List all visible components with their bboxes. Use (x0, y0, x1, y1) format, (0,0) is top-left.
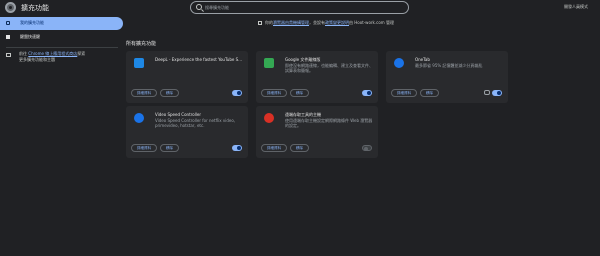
managed-browser-notice: 你的瀏覽器由貴機構管理，並設有政策變更說明由 Hoot-work.com 管理 (258, 20, 394, 26)
managed-browser-link[interactable]: 瀏覽器由貴機構管理 (273, 20, 309, 25)
keyboard-icon (6, 35, 10, 39)
details-button[interactable]: 詳細資料 (391, 89, 417, 97)
google-docs-icon (264, 58, 274, 68)
remove-button[interactable]: 移除 (420, 89, 439, 97)
puzzle-icon (6, 21, 10, 25)
notice-middle: ，並設有 (309, 20, 325, 25)
enable-toggle[interactable] (232, 145, 242, 151)
remote-access-icon (264, 113, 274, 123)
extension-name: DeepL - Experience the fastest YouTube S… (155, 57, 243, 62)
building-icon (258, 21, 262, 25)
developer-mode: 開發人員模式 (564, 4, 588, 10)
extension-card: 遠端存取工具的主機 使用遠端存取主機設定網際網路條件 Web 瀏覽器的設定。 詳… (256, 106, 378, 158)
search-box[interactable] (190, 1, 409, 14)
section-title: 所有擴充功能 (126, 41, 157, 47)
sidebar-item-keyboard-shortcuts[interactable]: 鍵盤快速鍵 (0, 31, 123, 43)
errors-icon[interactable] (484, 90, 490, 95)
store-prefix: 前往 (19, 51, 29, 56)
policy-link[interactable]: 政策變更說明 (325, 20, 349, 25)
remove-button[interactable]: 移除 (160, 89, 179, 97)
developer-mode-label: 開發人員模式 (564, 4, 588, 9)
extension-name: Video Speed Controller (155, 112, 201, 117)
onetab-icon (394, 58, 404, 68)
enable-toggle[interactable] (362, 90, 372, 96)
search-icon (196, 4, 202, 10)
extension-card: OneTab 最多節省 95% 記憶體並減少分頁雜亂 詳細資料 移除 (386, 51, 508, 103)
deepl-icon (134, 58, 144, 68)
extension-card: DeepL - Experience the fastest YouTube S… (126, 51, 248, 103)
extension-description: 最多節省 95% 記憶體並減少分頁雜亂 (415, 63, 483, 68)
top-bar: 擴充功能 開發人員模式 (0, 0, 600, 16)
details-button[interactable]: 詳細資料 (131, 89, 157, 97)
sidebar-item-label: 鍵盤快速鍵 (20, 34, 40, 39)
extension-description: 即使沒有網路連線，也能編輯、建立及查看文件、試算表和簡報。 (285, 63, 373, 73)
remove-button[interactable]: 移除 (290, 89, 309, 97)
web-store-link[interactable]: Chrome 線上應用程式商店 (28, 51, 77, 56)
extension-description: Video Speed Controller for netflix video… (155, 118, 236, 128)
enable-toggle[interactable] (492, 90, 502, 96)
extension-description: 使用遠端存取主機設定網際網路條件 Web 瀏覽器的設定。 (285, 118, 373, 128)
sidebar-item-label: 我的擴充功能 (20, 20, 44, 25)
details-button[interactable]: 詳細資料 (261, 144, 287, 152)
enable-toggle[interactable] (232, 90, 242, 96)
extension-card: Video Speed Controller Video Speed Contr… (126, 106, 248, 158)
store-icon (6, 53, 11, 57)
extension-card: Google 文件離線版 即使沒有網路連線，也能編輯、建立及查看文件、試算表和簡… (256, 51, 378, 103)
extension-name: OneTab (415, 57, 430, 62)
enable-toggle[interactable] (362, 145, 372, 151)
details-button[interactable]: 詳細資料 (261, 89, 287, 97)
details-button[interactable]: 詳細資料 (131, 144, 157, 152)
chrome-logo-icon (5, 2, 16, 13)
search-input[interactable] (205, 3, 395, 12)
sidebar-item-my-extensions[interactable]: 我的擴充功能 (0, 17, 123, 30)
remove-button[interactable]: 移除 (290, 144, 309, 152)
page-title: 擴充功能 (21, 4, 49, 12)
sidebar-divider (6, 47, 118, 48)
speed-controller-icon (134, 113, 144, 123)
notice-prefix: 你的 (265, 20, 273, 25)
remove-button[interactable]: 移除 (160, 144, 179, 152)
notice-suffix: 由 Hoot-work.com 管理 (349, 20, 394, 25)
